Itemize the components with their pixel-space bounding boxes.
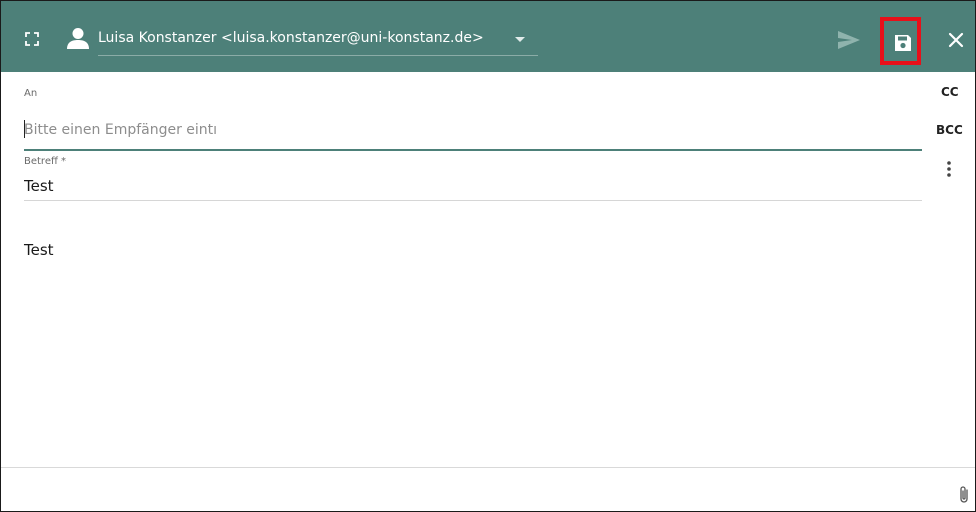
cc-toggle-link[interactable]: CC (941, 85, 959, 99)
close-icon[interactable] (948, 32, 964, 48)
subject-input[interactable] (24, 171, 922, 201)
save-icon (894, 34, 912, 52)
save-draft-button[interactable] (880, 17, 921, 65)
from-account-select[interactable]: Luisa Konstanzer <luisa.konstanzer@uni-k… (98, 25, 538, 56)
expand-icon[interactable] (25, 31, 39, 46)
to-recipient-input[interactable] (24, 111, 922, 151)
compose-header: Luisa Konstanzer <luisa.konstanzer@uni-k… (1, 1, 975, 72)
more-options-icon[interactable] (946, 160, 952, 178)
from-account-label: Luisa Konstanzer <luisa.konstanzer@uni-k… (98, 30, 484, 46)
bcc-toggle-link[interactable]: BCC (936, 123, 963, 137)
message-body-editor[interactable]: Test (24, 241, 922, 451)
to-field-label: An (24, 88, 38, 99)
footer-divider (1, 467, 975, 468)
send-icon[interactable] (838, 31, 860, 49)
text-cursor (24, 120, 25, 138)
compose-window: Luisa Konstanzer <luisa.konstanzer@uni-k… (0, 0, 976, 512)
person-icon (66, 27, 90, 49)
paperclip-icon[interactable] (958, 485, 970, 505)
chevron-down-icon (515, 37, 525, 42)
subject-field-label: Betreff * (24, 156, 67, 167)
